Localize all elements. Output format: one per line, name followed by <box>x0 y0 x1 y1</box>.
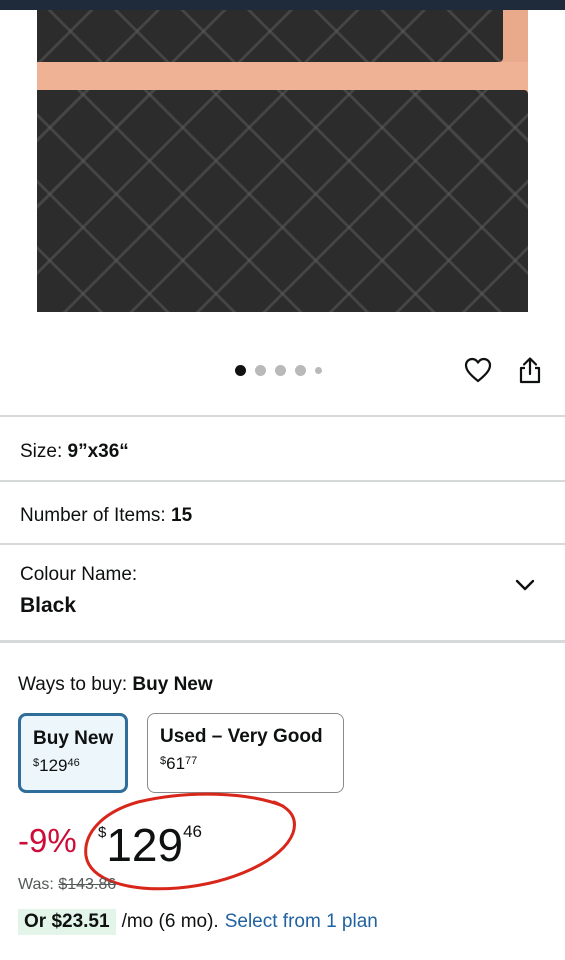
wishlist-button[interactable] <box>462 354 494 386</box>
pagination-dot[interactable] <box>235 364 246 376</box>
price-whole: 129 <box>106 819 184 871</box>
size-label: Size: <box>20 441 63 462</box>
pagination-dot[interactable] <box>295 364 306 376</box>
divider <box>0 640 565 643</box>
colour-selector[interactable]: Colour Name: Black <box>20 564 137 618</box>
share-button[interactable] <box>514 354 546 386</box>
select-plan-link[interactable]: Select from 1 plan <box>225 911 378 933</box>
stair-mat-image-top <box>37 10 503 62</box>
ways-to-buy-label: Ways to buy: <box>18 674 128 695</box>
divider <box>0 415 565 417</box>
colour-label: Colour Name: <box>20 564 138 585</box>
option-title: Used – Very Good <box>160 726 323 747</box>
chevron-down-icon[interactable] <box>514 577 536 593</box>
items-value: 15 <box>171 505 193 526</box>
price-currency: $ <box>98 824 107 841</box>
heart-icon <box>464 357 492 383</box>
ways-to-buy-value: Buy New <box>132 674 213 695</box>
size-selector[interactable]: Size: 9”x36“ <box>20 441 129 463</box>
size-value: 9”x36“ <box>67 441 129 462</box>
pagination-dot[interactable] <box>255 364 266 376</box>
image-pagination-dots[interactable] <box>235 364 322 376</box>
divider <box>0 543 565 545</box>
items-label: Number of Items: <box>20 505 166 526</box>
option-title: Buy New <box>33 728 114 749</box>
status-bar <box>0 0 565 10</box>
pagination-dot[interactable] <box>315 366 322 374</box>
stair-riser-image <box>37 62 528 90</box>
divider <box>0 480 565 482</box>
ways-to-buy: Ways to buy: Buy New <box>18 674 213 696</box>
option-price: $6177 <box>160 754 198 773</box>
installment-terms: /mo (6 mo). <box>121 911 219 932</box>
option-price: $12946 <box>33 756 80 775</box>
stair-mat-image-main <box>37 90 528 312</box>
installment-plan: Or $23.51 /mo (6 mo). Select from 1 plan <box>18 909 378 935</box>
was-value: $143.86 <box>58 876 117 893</box>
pagination-dot[interactable] <box>275 364 286 376</box>
discount-percentage: -9% <box>18 822 77 859</box>
was-price: Was: $143.86 <box>18 876 116 894</box>
used-very-good-option[interactable]: Used – Very Good $6177 <box>147 713 344 793</box>
installment-amount: Or $23.51 <box>18 909 116 935</box>
colour-value: Black <box>20 594 77 617</box>
current-price: $12946 <box>98 818 202 872</box>
was-label: Was: <box>18 876 54 893</box>
product-image-gallery[interactable] <box>0 10 565 320</box>
buy-new-option[interactable]: Buy New $12946 <box>18 713 128 793</box>
number-of-items-selector[interactable]: Number of Items: 15 <box>20 505 192 527</box>
price-fraction: 46 <box>183 822 203 841</box>
share-icon <box>519 357 541 384</box>
product-image[interactable] <box>37 10 528 312</box>
